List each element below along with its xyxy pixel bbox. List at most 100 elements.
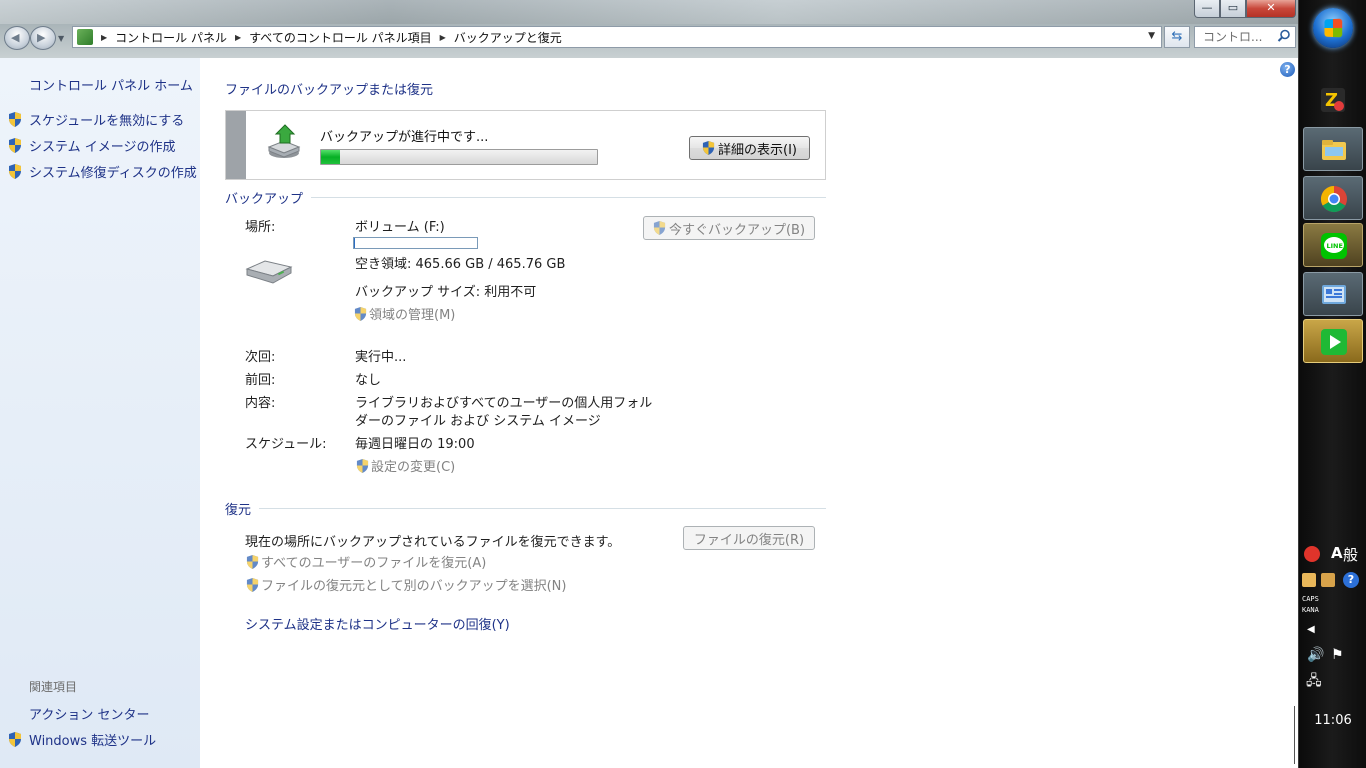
uac-shield-icon	[9, 164, 21, 179]
uac-shield-icon	[246, 554, 259, 569]
restore-heading-text: 復元	[225, 503, 252, 518]
change-settings-link[interactable]: 設定の変更(C)	[356, 456, 455, 475]
windows-easy-transfer-link[interactable]: Windows 転送ツール	[8, 730, 156, 749]
backup-in-progress-icon	[267, 124, 301, 158]
address-dropdown-icon[interactable]: ▼	[1148, 31, 1155, 41]
media-player-icon	[1321, 329, 1347, 355]
breadcrumb-all-items[interactable]: すべてのコントロール パネル項目	[249, 29, 432, 46]
location-value: ボリューム (F:)	[355, 220, 445, 235]
chrome-icon	[1320, 185, 1347, 213]
contents-value-line1: ライブラリおよびすべてのユーザーの個人用フォル	[355, 396, 653, 411]
next-value: 実行中...	[355, 350, 407, 365]
kana-indicator: KANA	[1302, 606, 1319, 614]
free-space-text: 空き領域: 465.66 GB / 465.76 GB	[355, 257, 566, 272]
uac-shield-icon	[9, 112, 21, 127]
breadcrumb-backup-restore[interactable]: バックアップと復元	[454, 29, 562, 46]
location-label: 場所:	[245, 220, 276, 235]
schedule-value: 毎週日曜日の 19:00	[355, 437, 475, 452]
breadcrumb-control-panel[interactable]: コントロール パネル	[115, 29, 227, 46]
disable-schedule-link[interactable]: スケジュールを無効にする	[8, 110, 184, 129]
manage-space-label: 領域の管理(M)	[369, 308, 456, 323]
uac-shield-icon	[246, 577, 259, 592]
volume-icon[interactable]: 🔊	[1307, 647, 1324, 663]
address-bar[interactable]: ▶ コントロール パネル ▶ すべてのコントロール パネル項目 ▶ バックアップ…	[72, 26, 1162, 48]
restore-all-users-label: すべてのユーザーのファイルを復元(A)	[261, 556, 487, 571]
backup-section-heading: バックアップ	[225, 188, 826, 207]
7zip-icon: Z	[1321, 88, 1345, 112]
taskbar-app-chrome[interactable]	[1303, 176, 1363, 220]
recent-pages-dropdown-icon[interactable]: ▼	[58, 34, 64, 43]
breadcrumb-chevron-icon[interactable]: ▶	[440, 33, 446, 42]
disk-space-fill	[354, 238, 356, 248]
maximize-button[interactable]: ▭	[1220, 0, 1246, 18]
taskbar-app-player[interactable]	[1303, 319, 1363, 363]
start-button[interactable]	[1313, 8, 1353, 48]
action-center-flag-icon[interactable]: ⚑	[1331, 647, 1344, 663]
ime-input-mode[interactable]: A	[1331, 544, 1343, 562]
view-details-button[interactable]: 詳細の表示(I)	[689, 136, 810, 160]
backup-progress-bar	[320, 149, 598, 165]
backup-now-button: 今すぐバックアップ(B)	[643, 216, 815, 240]
uac-shield-icon	[354, 306, 367, 321]
uac-shield-icon	[9, 732, 21, 747]
restore-all-users-link: すべてのユーザーのファイルを復元(A)	[246, 552, 486, 571]
control-panel-home-link[interactable]: コントロール パネル ホーム	[29, 75, 193, 94]
schedule-label: スケジュール:	[245, 437, 327, 452]
change-settings-label: 設定の変更(C)	[371, 460, 456, 475]
show-hidden-icons-arrow-icon[interactable]: ◀	[1307, 624, 1366, 635]
create-repair-disc-link[interactable]: システム修復ディスクの作成	[8, 162, 197, 181]
restore-section-heading: 復元	[225, 499, 826, 518]
taskbar-app-explorer[interactable]	[1303, 127, 1363, 171]
ime-help-icon[interactable]: ?	[1343, 572, 1359, 588]
progress-panel-stripe	[226, 111, 246, 179]
help-icon[interactable]: ?	[1280, 62, 1295, 77]
control-panel-icon	[1322, 285, 1346, 304]
caps-kana-indicator: CAPS KANA	[1302, 594, 1366, 616]
breadcrumb-chevron-icon[interactable]: ▶	[101, 33, 107, 42]
forward-arrow-icon: ▶	[37, 31, 46, 44]
action-center-link[interactable]: アクション センター	[29, 704, 149, 723]
last-value: なし	[355, 373, 382, 388]
create-system-image-link[interactable]: システム イメージの作成	[8, 136, 175, 155]
create-system-image-label: システム イメージの作成	[29, 140, 176, 155]
minimize-button[interactable]: —	[1194, 0, 1220, 18]
backup-progress-panel: バックアップが進行中です... 詳細の表示(I)	[225, 110, 826, 180]
contents-value-line2: ダーのファイル および システム イメージ	[355, 414, 601, 429]
uac-shield-icon	[702, 141, 715, 155]
back-button[interactable]: ◀	[4, 26, 30, 50]
caps-indicator: CAPS	[1302, 595, 1319, 603]
task-pane: コントロール パネル ホーム スケジュールを無効にする システム イメージの作成…	[0, 58, 200, 768]
refresh-icon: ⇆	[1171, 29, 1183, 44]
taskbar-app-7zip[interactable]: Z	[1303, 78, 1363, 122]
uac-shield-icon	[9, 138, 21, 153]
breadcrumb-chevron-icon[interactable]: ▶	[235, 33, 241, 42]
refresh-button[interactable]: ⇆	[1164, 26, 1190, 48]
control-panel-icon	[77, 29, 93, 45]
manage-space-link: 領域の管理(M)	[354, 304, 455, 323]
close-button[interactable]: ✕	[1246, 0, 1296, 18]
ime-pad-icon[interactable]	[1304, 546, 1320, 562]
recover-system-link[interactable]: システム設定またはコンピューターの回復(Y)	[245, 614, 510, 633]
forward-button[interactable]: ▶	[30, 26, 56, 50]
backup-now-label: 今すぐバックアップ(B)	[668, 222, 806, 238]
ime-tool-icon[interactable]	[1302, 573, 1316, 587]
ime-dictionary-icon[interactable]	[1321, 573, 1335, 587]
search-icon[interactable]	[1277, 29, 1291, 43]
windows-easy-transfer-label: Windows 転送ツール	[29, 734, 157, 749]
line-icon: LINE	[1321, 233, 1347, 259]
uac-shield-icon	[356, 458, 369, 473]
backup-size-text: バックアップ サイズ: 利用不可	[355, 285, 537, 300]
back-arrow-icon: ◀	[11, 31, 20, 44]
search-box[interactable]	[1194, 26, 1296, 48]
taskbar-app-line[interactable]: LINE	[1303, 223, 1363, 267]
section-divider	[311, 197, 826, 198]
view-details-label: 詳細の表示(I)	[718, 142, 797, 158]
uac-shield-icon	[653, 221, 666, 235]
taskbar-clock[interactable]: 11:06	[1299, 713, 1366, 728]
ime-conversion-mode[interactable]: 般	[1343, 544, 1358, 565]
select-other-backup-link: ファイルの復元元として別のバックアップを選択(N)	[246, 575, 566, 594]
taskbar-app-control-panel[interactable]	[1303, 272, 1363, 316]
network-icon[interactable]: 🖧	[1306, 670, 1366, 694]
search-input[interactable]	[1203, 30, 1273, 44]
next-label: 次回:	[245, 350, 276, 365]
